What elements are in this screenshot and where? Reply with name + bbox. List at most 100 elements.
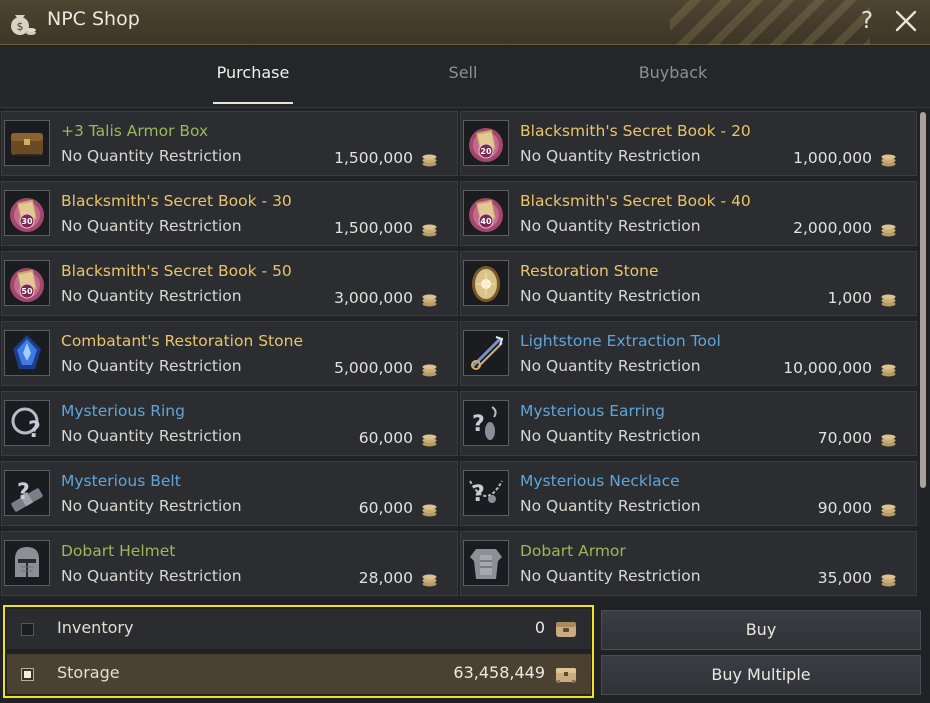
item-restriction: No Quantity Restriction: [520, 287, 701, 305]
tab-bar: Purchase Sell Buyback: [0, 46, 930, 108]
close-icon[interactable]: [893, 8, 919, 34]
item-price: 1,500,000: [334, 219, 413, 237]
mystery-necklace-icon: ?: [463, 470, 509, 516]
item-price: 70,000: [817, 429, 872, 447]
tab-sell[interactable]: Sell: [403, 63, 523, 82]
item-restriction: No Quantity Restriction: [520, 427, 701, 445]
silver-coin-icon: [422, 502, 437, 517]
pay-from-storage-option[interactable]: Storage 63,458,449: [7, 654, 591, 694]
item-name: Blacksmith's Secret Book - 20: [520, 122, 751, 140]
shop-item-row[interactable]: Dobart Helmet No Quantity Restriction 28,0…: [1, 531, 458, 596]
title-bar[interactable]: $ NPC Shop ?: [0, 0, 930, 45]
body-armor-icon: [463, 540, 509, 586]
silver-coin-icon: [881, 362, 896, 377]
secret-book-icon: 20: [463, 120, 509, 166]
svg-text:20: 20: [480, 147, 492, 156]
secret-book-icon: 40: [463, 190, 509, 236]
tab-purchase[interactable]: Purchase: [193, 63, 313, 82]
shop-item-row[interactable]: ? Mysterious Necklace No Quantity Restrict…: [460, 461, 917, 526]
item-restriction: No Quantity Restriction: [61, 357, 242, 375]
silver-coin-icon: [881, 292, 896, 307]
item-name: Dobart Helmet: [61, 542, 176, 560]
item-list: +3 Talis Armor Box No Quantity Restrictio…: [0, 108, 918, 600]
silver-coin-icon: [881, 222, 896, 237]
blue-crystal-icon: [4, 330, 50, 376]
item-restriction: No Quantity Restriction: [61, 217, 242, 235]
shop-item-row[interactable]: ? Mysterious Belt No Quantity Restriction 6…: [1, 461, 458, 526]
shop-item-row[interactable]: 50 Blacksmith's Secret Book - 50 No Quanti…: [1, 251, 458, 316]
svg-text:?: ?: [28, 418, 41, 443]
help-button[interactable]: ?: [855, 6, 879, 36]
item-price: 60,000: [358, 499, 413, 517]
item-name: Mysterious Belt: [61, 472, 181, 490]
shop-item-row[interactable]: Lightstone Extraction Tool No Quantity Re…: [460, 321, 917, 386]
money-bag-icon: $: [6, 6, 38, 38]
item-list-scrollbar[interactable]: [920, 112, 926, 488]
buy-multiple-button[interactable]: Buy Multiple: [601, 655, 921, 695]
inventory-label: Inventory: [57, 618, 134, 637]
armor-chest-icon: [4, 120, 50, 166]
silver-coin-icon: [422, 362, 437, 377]
item-price: 1,000: [827, 289, 872, 307]
shop-item-row[interactable]: 20 Blacksmith's Secret Book - 20 No Quanti…: [460, 111, 917, 176]
item-name: Lightstone Extraction Tool: [520, 332, 721, 350]
secret-book-icon: 30: [4, 190, 50, 236]
silver-coin-icon: [422, 292, 437, 307]
silver-coin-icon: [422, 152, 437, 167]
shop-item-row[interactable]: 40 Blacksmith's Secret Book - 40 No Quanti…: [460, 181, 917, 246]
svg-text:?: ?: [472, 412, 485, 437]
silver-coin-icon: [881, 572, 896, 587]
shop-item-row[interactable]: ? Mysterious Ring No Quantity Restriction 6…: [1, 391, 458, 456]
item-name: Mysterious Earring: [520, 402, 665, 420]
shop-item-row[interactable]: Combatant's Restoration Stone No Quantity…: [1, 321, 458, 386]
item-price: 5,000,000: [334, 359, 413, 377]
item-price: 1,500,000: [334, 149, 413, 167]
window-title: NPC Shop: [47, 8, 140, 30]
shop-item-row[interactable]: 30 Blacksmith's Secret Book - 30 No Quanti…: [1, 181, 458, 246]
item-restriction: No Quantity Restriction: [520, 497, 701, 515]
npc-shop-window: $ NPC Shop ? Purchase Sell Buyback +3 Ta…: [0, 0, 930, 703]
item-name: Restoration Stone: [520, 262, 659, 280]
item-price: 90,000: [817, 499, 872, 517]
item-restriction: No Quantity Restriction: [61, 147, 242, 165]
item-price: 1,000,000: [793, 149, 872, 167]
svg-text:?: ?: [472, 482, 485, 507]
item-name: Mysterious Necklace: [520, 472, 680, 490]
item-restriction: No Quantity Restriction: [520, 217, 701, 235]
svg-text:30: 30: [21, 217, 33, 226]
item-restriction: No Quantity Restriction: [61, 567, 242, 585]
shop-item-row[interactable]: Dobart Armor No Quantity Restriction 35,00…: [460, 531, 917, 596]
item-restriction: No Quantity Restriction: [520, 567, 701, 585]
purchase-panel: Inventory 0 Storage 63,458,449 Buy Buy M…: [0, 600, 930, 703]
shop-item-row[interactable]: +3 Talis Armor Box No Quantity Restrictio…: [1, 111, 458, 176]
shop-item-row[interactable]: ? Mysterious Earring No Quantity Restricti…: [460, 391, 917, 456]
mystery-belt-icon: ?: [4, 470, 50, 516]
restoration-stone-icon: [463, 260, 509, 306]
title-bar-decoration: [670, 0, 870, 45]
inventory-amount: 0: [534, 618, 545, 637]
item-name: +3 Talis Armor Box: [61, 122, 209, 140]
silver-coin-icon: [422, 572, 437, 587]
silver-coin-icon: [881, 152, 896, 167]
svg-text:$: $: [17, 20, 24, 33]
storage-checkbox[interactable]: [21, 668, 34, 681]
svg-text:50: 50: [21, 287, 33, 296]
item-restriction: No Quantity Restriction: [61, 497, 242, 515]
silver-coin-icon: [422, 432, 437, 447]
buy-button[interactable]: Buy: [601, 610, 921, 650]
item-price: 10,000,000: [783, 359, 872, 377]
inventory-checkbox[interactable]: [21, 623, 34, 636]
storage-label: Storage: [57, 663, 120, 682]
item-restriction: No Quantity Restriction: [61, 427, 242, 445]
svg-text:40: 40: [480, 217, 492, 226]
shop-item-row[interactable]: Restoration Stone No Quantity Restriction…: [460, 251, 917, 316]
storage-amount: 63,458,449: [453, 663, 545, 682]
mystery-earring-icon: ?: [463, 400, 509, 446]
silver-coin-icon: [881, 502, 896, 517]
tab-buyback[interactable]: Buyback: [613, 63, 733, 82]
item-name: Dobart Armor: [520, 542, 626, 560]
storage-chest-icon: [555, 664, 577, 684]
mystery-ring-icon: ?: [4, 400, 50, 446]
item-name: Mysterious Ring: [61, 402, 185, 420]
pay-from-inventory-option[interactable]: Inventory 0: [7, 609, 591, 649]
